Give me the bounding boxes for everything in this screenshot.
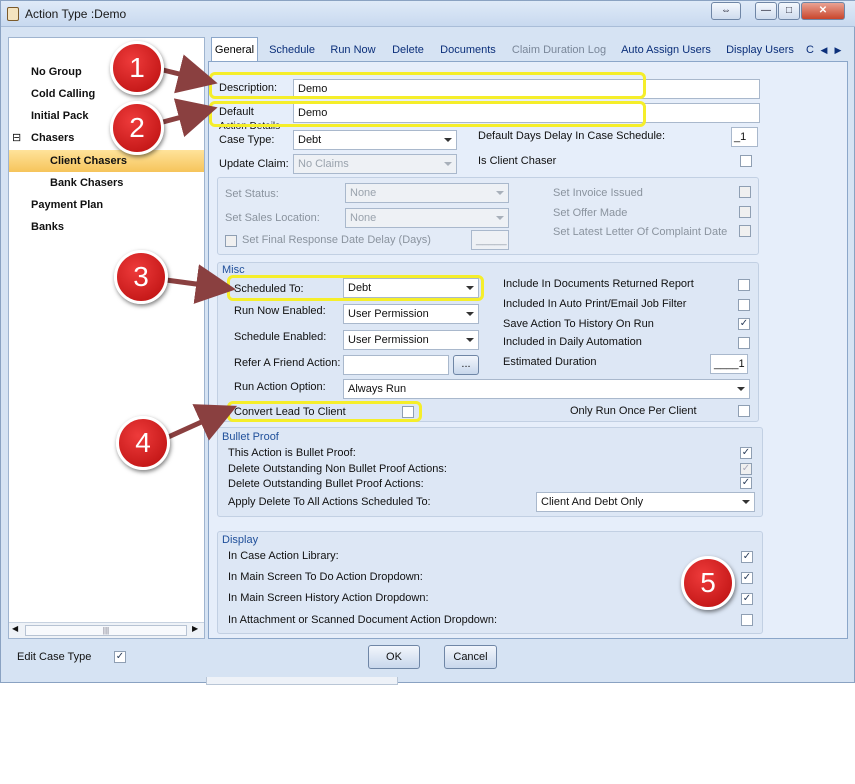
- callout-arrow-3: [165, 264, 236, 304]
- callout-marker-5: 5: [681, 556, 735, 610]
- callout-marker-4: 4: [116, 416, 170, 470]
- callout-arrow-2: [162, 98, 218, 138]
- callout-marker-1: 1: [110, 41, 164, 95]
- callout-marker-3: 3: [114, 250, 168, 304]
- background-window-edge: [206, 677, 398, 685]
- callout-arrow-1: [162, 54, 218, 94]
- callout-arrow-4: [164, 404, 238, 441]
- callout-marker-2: 2: [110, 101, 164, 155]
